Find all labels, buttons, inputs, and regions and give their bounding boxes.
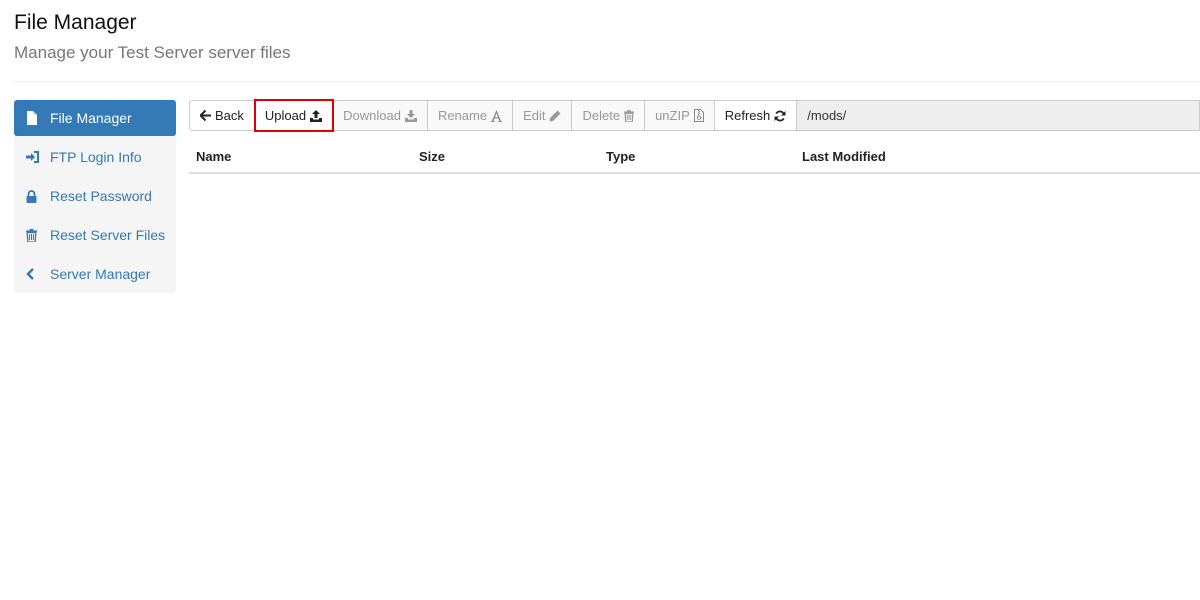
rename-button-label: Rename bbox=[437, 108, 488, 123]
file-toolbar: Back Upload Download Rename Edit Delete … bbox=[189, 99, 1200, 132]
pencil-icon bbox=[545, 110, 561, 122]
file-table: Name Size Type Last Modified bbox=[189, 140, 1200, 174]
download-button[interactable]: Download bbox=[333, 100, 428, 131]
trash-icon bbox=[620, 109, 635, 122]
edit-button-label: Edit bbox=[523, 108, 546, 123]
edit-button[interactable]: Edit bbox=[513, 100, 573, 131]
download-icon bbox=[401, 109, 417, 122]
file-archive-icon bbox=[690, 109, 704, 122]
table-header-row: Name Size Type Last Modified bbox=[189, 140, 1200, 174]
back-button-label: Back bbox=[215, 108, 244, 123]
back-button[interactable]: Back bbox=[189, 100, 255, 131]
refresh-icon bbox=[770, 110, 786, 122]
column-header-last-modified[interactable]: Last Modified bbox=[795, 140, 1200, 174]
delete-button-label: Delete bbox=[582, 108, 621, 123]
upload-icon bbox=[306, 109, 323, 122]
unzip-button[interactable]: unZIP bbox=[645, 100, 715, 131]
refresh-button-label: Refresh bbox=[724, 108, 771, 123]
column-header-name[interactable]: Name bbox=[189, 140, 412, 174]
refresh-button[interactable]: Refresh bbox=[714, 100, 798, 131]
sidebar: File Manager FTP Login Info Reset Passwo… bbox=[14, 100, 176, 293]
delete-button[interactable]: Delete bbox=[572, 100, 646, 131]
sidebar-item-label: Server Manager bbox=[50, 266, 151, 282]
header-divider bbox=[14, 81, 1200, 82]
sidebar-item-ftp-login-info[interactable]: FTP Login Info bbox=[14, 138, 176, 176]
sign-in-icon bbox=[26, 151, 48, 163]
page-header: File Manager Manage your Test Server ser… bbox=[14, 10, 291, 64]
current-path-text: /mods/ bbox=[807, 108, 847, 123]
sidebar-item-server-manager[interactable]: Server Manager bbox=[14, 255, 176, 293]
sidebar-item-label: File Manager bbox=[50, 110, 132, 126]
sidebar-item-file-manager[interactable]: File Manager bbox=[14, 100, 176, 136]
trash-icon bbox=[26, 228, 48, 242]
rename-button[interactable]: Rename bbox=[427, 100, 514, 131]
upload-button[interactable]: Upload bbox=[253, 99, 335, 132]
page-title: File Manager bbox=[14, 11, 137, 34]
unzip-button-label: unZIP bbox=[655, 108, 690, 123]
font-icon bbox=[487, 109, 503, 122]
sidebar-item-reset-server-files[interactable]: Reset Server Files bbox=[14, 216, 176, 254]
current-path-display: /mods/ bbox=[797, 100, 1200, 131]
sidebar-item-label: Reset Password bbox=[50, 188, 152, 204]
sidebar-item-reset-password[interactable]: Reset Password bbox=[14, 177, 176, 215]
page-subtitle: Manage your Test Server server files bbox=[14, 43, 291, 62]
column-header-type[interactable]: Type bbox=[599, 140, 795, 174]
sidebar-item-label: FTP Login Info bbox=[50, 149, 142, 165]
column-header-size[interactable]: Size bbox=[412, 140, 599, 174]
chevron-left-icon bbox=[26, 268, 48, 280]
arrow-left-icon bbox=[200, 110, 215, 121]
download-button-label: Download bbox=[343, 108, 401, 123]
lock-icon bbox=[26, 189, 48, 203]
upload-button-label: Upload bbox=[264, 108, 307, 123]
sidebar-item-label: Reset Server Files bbox=[50, 227, 166, 243]
file-icon bbox=[26, 111, 48, 125]
